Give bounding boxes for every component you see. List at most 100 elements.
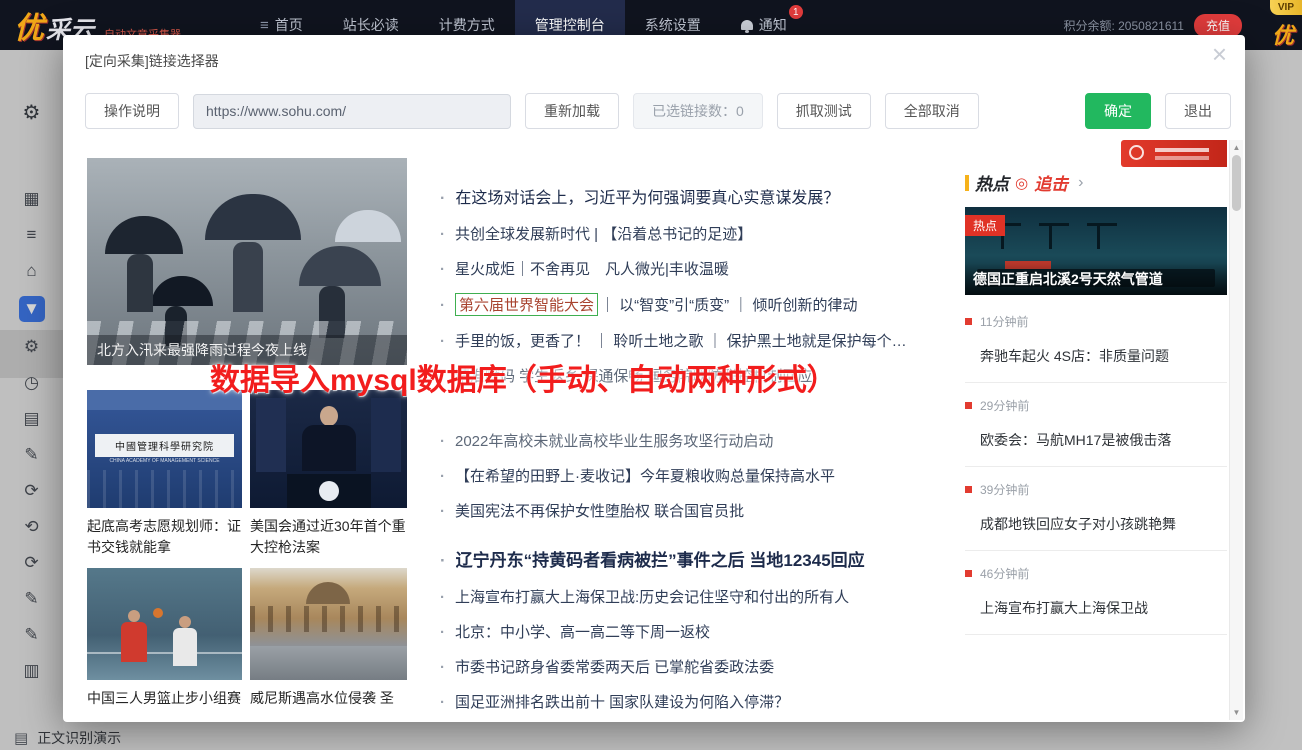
scroll-down-icon[interactable]: ▼: [1230, 708, 1243, 717]
hot-title-left: 热点: [975, 175, 1009, 194]
news-link[interactable]: · 共创全球发展新时代 | 【沿着总书记的足迹】: [440, 216, 968, 251]
news-link[interactable]: · 星火成炬｜不舍再见 凡人微光|丰收温暖: [440, 251, 968, 286]
basketball-shape: [153, 608, 163, 618]
dialog-title: [定向采集]链接选择器: [85, 53, 219, 69]
thumb-basketball[interactable]: [87, 568, 242, 680]
news-link[interactable]: ·退休近6年被查算久吗？超过10年的都有: [440, 719, 968, 720]
embedded-page: 北方入汛来最强降雨过程今夜上线 · 在这场对话会上，习近平为何强调要真心实意谋发展…: [65, 140, 1243, 720]
news-link[interactable]: · 美国宪法不再保护女性堕胎权 联合国官员批: [440, 493, 968, 528]
facade-shape: [250, 606, 407, 632]
dome-shape: [306, 582, 350, 604]
news-text: ｜ 以“智变”引“质变” ｜ 倾听创新的律动: [600, 297, 858, 314]
news-text: 上海宣布打赢大上海保卫战:历史会记住坚守和付出的所有人: [455, 589, 850, 606]
menu-icon: ≡: [260, 16, 269, 34]
scroll-thumb[interactable]: [1232, 155, 1241, 211]
thumb-venice[interactable]: [250, 568, 407, 680]
umbrella-shape: [105, 216, 183, 254]
featured-image[interactable]: 热点 德国正重启北溪2号天然气管道: [965, 207, 1227, 295]
dialog-toolbar: 操作说明 重新加载 已选链接数：0 抓取测试 全部取消 确定 退出: [85, 93, 1231, 129]
hot-item[interactable]: 11分钟前奔驰车起火 4S店：非质量问题: [965, 299, 1227, 383]
news-link[interactable]: · 上海宣布打赢大上海保卫战:历史会记住坚守和付出的所有人: [440, 579, 968, 614]
featured-caption: 德国正重启北溪2号天然气管道: [965, 263, 1227, 295]
reload-button[interactable]: 重新加载: [525, 93, 619, 129]
player-shape: [121, 610, 147, 662]
cancel-all-button[interactable]: 全部取消: [884, 93, 979, 129]
umbrella-shape: [151, 276, 213, 306]
promo-banner[interactable]: [1121, 140, 1227, 167]
news-link[interactable]: · 市委书记跻身省委常委两天后 已掌舵省委政法委: [440, 649, 968, 684]
chevron-right-icon[interactable]: ›: [1078, 174, 1083, 192]
hot-section: 热点 ◎ 追击 › 热点 德国正重启北溪2号天然气管道 11分钟前奔驰车起火 4…: [965, 170, 1227, 635]
news-link[interactable]: · 北京：中小学、高一高二等下周一返校: [440, 614, 968, 649]
hot-time: 46分钟前: [980, 567, 1030, 581]
news-text: 国足亚洲排名跌出前十 国家队建设为何陷入停滞？: [455, 694, 790, 711]
hot-time-row: 11分钟前: [965, 313, 1227, 330]
help-button[interactable]: 操作说明: [85, 93, 179, 129]
floodwater-shape: [250, 646, 407, 680]
gallery-caption[interactable]: 起底高考志愿规划师：证书交钱就能拿: [87, 516, 245, 558]
gallery-caption[interactable]: 美国会通过近30年首个重大控枪法案: [250, 516, 410, 558]
news-link[interactable]: · 辽宁丹东“持黄码者看病被拦”事件之后 当地12345回应: [440, 538, 968, 579]
news-link[interactable]: · 手里的饭，更香了！ ｜ 聆听土地之歌 ｜ 保护黑土地就是保护每个…: [440, 323, 968, 358]
thumb-institute[interactable]: 中國管理科學研究院 CHINA ACADEMY OF MANAGEMENT SC…: [87, 390, 242, 508]
corner-logo-icon: 优: [1271, 23, 1294, 48]
grab-test-button[interactable]: 抓取测试: [776, 93, 871, 129]
hot-section-header[interactable]: 热点 ◎ 追击 ›: [965, 170, 1227, 195]
person-shape: [233, 242, 263, 312]
institute-sign-sub: CHINA ACADEMY OF MANAGEMENT SCIENCE: [109, 458, 220, 464]
news-text: 手里的饭，更香了！ ｜ 聆听土地之歌 ｜ 保护黑土地就是保护每个…: [455, 333, 907, 350]
recharge-button[interactable]: 充值: [1193, 13, 1242, 37]
hot-title-right: 追击: [1034, 175, 1069, 194]
hot-item[interactable]: 29分钟前欧委会：马航MH17是被俄击落: [965, 383, 1227, 467]
confirm-button[interactable]: 确定: [1085, 93, 1151, 129]
hot-time: 11分钟前: [980, 315, 1029, 329]
hot-list: 11分钟前 奔驰车起火 4S店：非质量问题 29分钟前 欧委会：马航MH17是被俄击落…: [965, 299, 1227, 635]
bullet-icon: ·: [440, 468, 445, 485]
hot-time: 39分钟前: [980, 483, 1030, 497]
scrollbar[interactable]: ▲ ▼: [1229, 140, 1243, 720]
close-icon[interactable]: ×: [1212, 41, 1227, 67]
bullet-icon: ·: [440, 694, 445, 711]
news-link[interactable]: · 2022年高校未就业高校毕业生服务攻坚行动启动: [440, 423, 968, 458]
hot-item[interactable]: 46分钟前上海宣布打赢大上海保卫战: [965, 551, 1227, 635]
gallery-caption[interactable]: 中国三人男篮止步小组赛: [87, 688, 245, 709]
umbrella-shape: [335, 210, 401, 242]
news-link[interactable]: · 在这场对话会上，习近平为何强调要真心实意谋发展？: [440, 176, 968, 216]
news-link[interactable]: · 【在希望的田野上·麦收记】今年夏粮收购总量保持高水平: [440, 458, 968, 493]
news-link[interactable]: · 第六届世界智能大会｜ 以“智变”引“质变” ｜ 倾听创新的律动: [440, 286, 968, 323]
bullet-square-icon: [965, 570, 972, 577]
hot-title[interactable]: 欧委会：马航MH17是被俄击落: [965, 430, 1227, 450]
crane-shape: [1049, 223, 1052, 249]
hero-image[interactable]: 北方入汛来最强降雨过程今夜上线: [87, 158, 407, 365]
hot-title[interactable]: 奔驰车起火 4S店：非质量问题: [965, 346, 1227, 366]
bullet-icon: ·: [440, 659, 445, 676]
hot-item[interactable]: 39分钟前成都地铁回应女子对小孩跳艳舞: [965, 467, 1227, 551]
hot-title[interactable]: 上海宣布打赢大上海保卫战: [965, 598, 1227, 618]
speaker-suit-shape: [301, 425, 356, 471]
hot-title[interactable]: 成都地铁回应女子对小孩跳艳舞: [965, 514, 1227, 534]
selected-link-box[interactable]: 第六届世界智能大会: [455, 293, 599, 316]
nav-label: 首页: [274, 17, 303, 33]
news-text: 市委书记跻身省委常委两天后 已掌舵省委政法委: [455, 659, 775, 676]
thumb-gun-bill[interactable]: [250, 390, 407, 508]
url-input[interactable]: [193, 93, 511, 129]
news-link[interactable]: · 国足亚洲排名跌出前十 国家队建设为何陷入停滞？: [440, 684, 968, 719]
balance-text: 积分余额: 2050821611: [1063, 18, 1184, 33]
scroll-up-icon[interactable]: ▲: [1230, 143, 1243, 152]
bullet-icon: ·: [440, 624, 445, 641]
promo-decoration: [1129, 145, 1144, 160]
news-text: 星火成炬｜不舍再见 凡人微光|丰收温暖: [455, 261, 729, 278]
bullet-square-icon: [965, 486, 972, 493]
news-text: 2022年高校未就业高校毕业生服务攻坚行动启动: [455, 433, 774, 450]
news-text: 在这场对话会上，习近平为何强调要真心实意谋发展？: [455, 190, 840, 207]
bullet-icon: ·: [440, 551, 446, 570]
selected-links-count: 已选链接数：0: [633, 93, 763, 129]
nav-label: 通知: [758, 17, 787, 33]
hot-time: 29分钟前: [980, 399, 1030, 413]
bullet-icon: ·: [440, 433, 445, 450]
gallery-caption[interactable]: 威尼斯遇高水位侵袭 圣: [250, 688, 410, 709]
hot-tag: 热点: [965, 215, 1006, 236]
news-text: 北京：中小学、高一高二等下周一返校: [455, 624, 711, 641]
exit-button[interactable]: 退出: [1165, 93, 1231, 129]
bullet-square-icon: [965, 402, 972, 409]
